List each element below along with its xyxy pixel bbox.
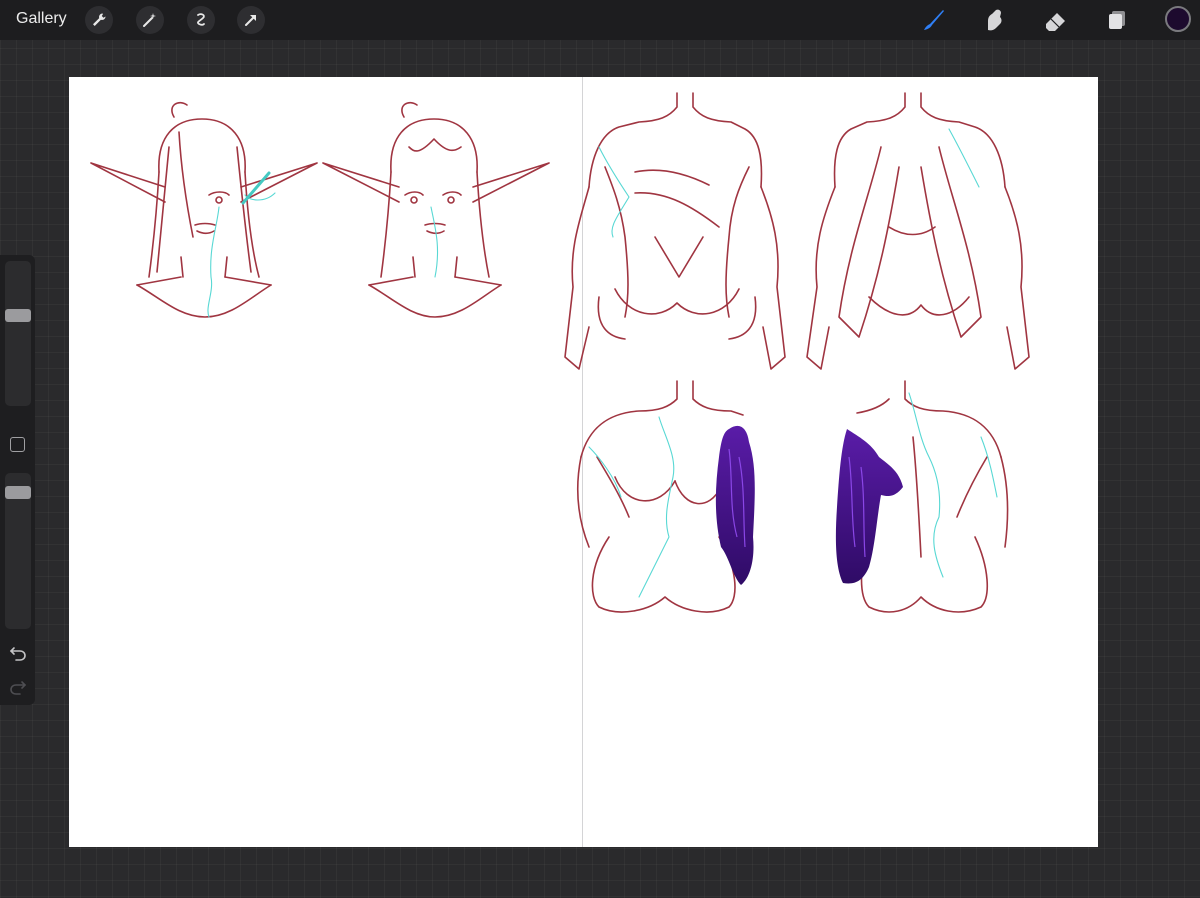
transform-button[interactable] bbox=[237, 6, 265, 34]
left-sidebar bbox=[0, 255, 35, 705]
artwork bbox=[90, 92, 1030, 613]
torso-sketch-clothed-front bbox=[564, 92, 786, 370]
magic-wand-icon bbox=[143, 13, 156, 27]
brush-button[interactable] bbox=[916, 3, 950, 37]
torso-sketch-clothed-back bbox=[806, 92, 1030, 370]
brush-opacity-slider[interactable] bbox=[5, 473, 31, 629]
brush-size-slider[interactable] bbox=[5, 261, 31, 406]
selection-button[interactable] bbox=[187, 6, 215, 34]
adjustments-button[interactable] bbox=[136, 6, 164, 34]
brush-opacity-slider-thumb[interactable] bbox=[5, 485, 31, 499]
purple-fill-front bbox=[715, 425, 755, 585]
modify-button[interactable] bbox=[10, 437, 25, 452]
eraser-icon bbox=[1046, 13, 1065, 31]
wrench-icon bbox=[93, 13, 106, 26]
smudge-button[interactable] bbox=[977, 3, 1011, 37]
redo-icon[interactable] bbox=[8, 677, 28, 697]
smudge-icon bbox=[988, 9, 1002, 31]
purple-fill-back bbox=[835, 429, 903, 584]
gallery-button[interactable]: Gallery bbox=[16, 10, 67, 28]
brush-icon bbox=[924, 10, 944, 30]
brush-size-slider-thumb[interactable] bbox=[5, 308, 31, 322]
color-picker-button[interactable] bbox=[1165, 6, 1191, 32]
undo-icon[interactable] bbox=[8, 643, 28, 663]
selection-icon bbox=[197, 13, 205, 26]
transform-arrow-icon bbox=[245, 15, 256, 26]
layers-icon bbox=[1109, 11, 1125, 29]
eraser-button[interactable] bbox=[1039, 3, 1073, 37]
head-sketch-front-left bbox=[90, 101, 318, 318]
drawing-canvas[interactable] bbox=[69, 77, 1098, 847]
top-toolbar: Gallery bbox=[0, 0, 1200, 40]
layers-button[interactable] bbox=[1100, 3, 1134, 37]
head-sketch-front-right bbox=[322, 101, 550, 318]
actions-button[interactable] bbox=[85, 6, 113, 34]
vein-details bbox=[207, 128, 998, 598]
